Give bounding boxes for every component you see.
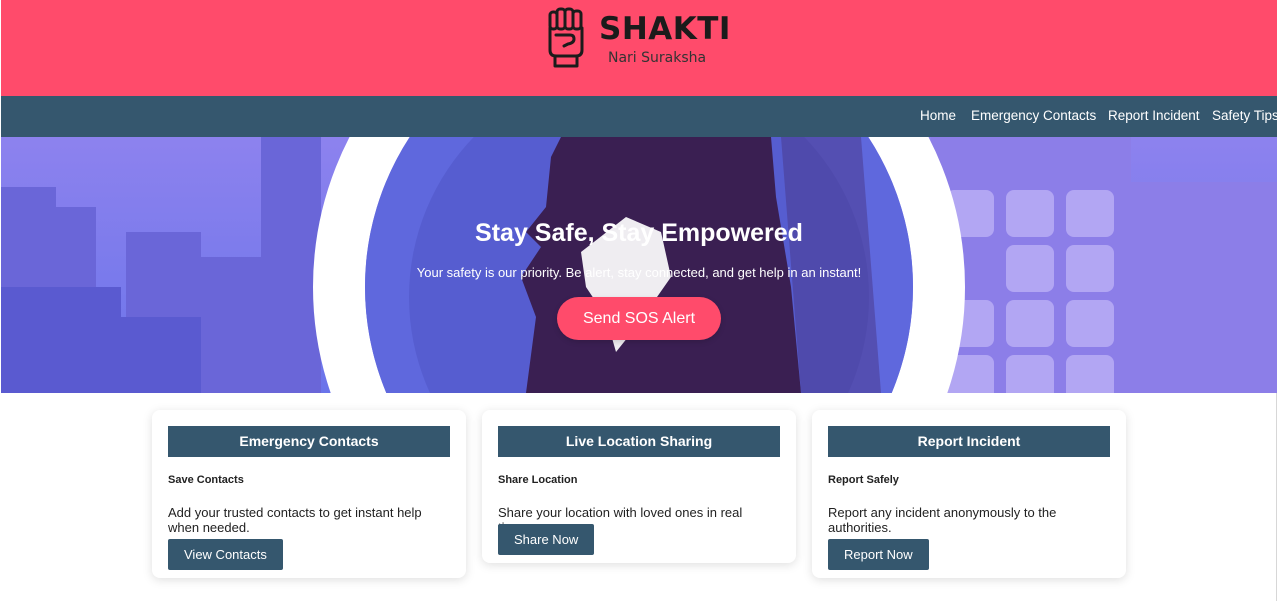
report-now-button[interactable]: Report Now	[828, 539, 929, 570]
card-emergency-contacts: Emergency Contacts Save Contacts Add you…	[152, 410, 466, 578]
card-title: Report Incident	[828, 426, 1110, 457]
hero-subtitle: Your safety is our priority. Be alert, s…	[416, 265, 862, 280]
brand-logo[interactable]: SHAKTI Nari Suraksha	[546, 6, 746, 72]
card-description: Report any incident anonymously to the a…	[828, 505, 1057, 535]
card-subtitle: Share Location	[498, 474, 578, 486]
hero-title: Stay Safe, Stay Empowered	[475, 219, 803, 247]
card-subtitle: Report Safely	[828, 474, 899, 486]
site-header: SHAKTI Nari Suraksha	[1, 0, 1277, 96]
card-title: Emergency Contacts	[168, 426, 450, 457]
view-contacts-button[interactable]: View Contacts	[168, 539, 283, 570]
nav-item-home[interactable]: Home	[920, 108, 956, 123]
main-nav: Home Emergency Contacts Report Incident …	[1, 96, 1279, 137]
card-title: Live Location Sharing	[498, 426, 780, 457]
raised-fist-icon	[548, 7, 584, 68]
nav-item-report-incident[interactable]: Report Incident	[1108, 108, 1200, 123]
send-sos-alert-button[interactable]: Send SOS Alert	[557, 297, 721, 340]
card-live-location-sharing: Live Location Sharing Share Location Sha…	[482, 410, 796, 563]
nav-item-emergency-contacts[interactable]: Emergency Contacts	[971, 108, 1096, 123]
nav-item-safety-tips[interactable]: Safety Tips	[1212, 108, 1279, 123]
card-subtitle: Save Contacts	[168, 474, 244, 486]
card-report-incident: Report Incident Report Safely Report any…	[812, 410, 1126, 578]
brand-name: SHAKTI	[599, 11, 731, 47]
share-now-button[interactable]: Share Now	[498, 524, 595, 555]
brand-tagline: Nari Suraksha	[608, 50, 707, 66]
hero-banner: Stay Safe, Stay Empowered Your safety is…	[1, 137, 1277, 393]
card-description: Add your trusted contacts to get instant…	[168, 505, 422, 535]
